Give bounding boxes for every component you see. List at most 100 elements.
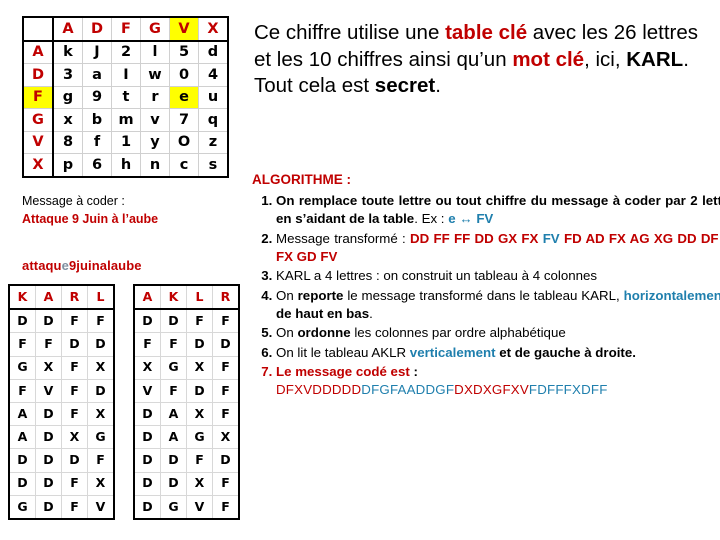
karl-cell-5-3: G	[87, 425, 115, 450]
karl-cell-2-1: X	[35, 355, 62, 380]
step5-text-1: On	[276, 325, 298, 341]
algorithm-step-1: On remplace toute lettre ou tout chiffre…	[276, 192, 720, 229]
key-col-header-1: D	[82, 16, 112, 42]
key-table-corner-cell	[22, 16, 54, 42]
transposition-tables-container: K A R L D D F F F F D D G X F X F V F D …	[8, 283, 240, 520]
algorithm-step-5: On ordonne les colonnes par ordre alphab…	[276, 324, 720, 342]
karl-cell-3-0: F	[8, 378, 36, 403]
intro-text-1: Ce chiffre utilise une	[254, 21, 446, 44]
key-cell-2-5: u	[198, 85, 229, 109]
key-cell-2-1: 9	[82, 85, 112, 109]
step5-bold-ordonne: ordonne	[297, 325, 351, 341]
aklr-cell-0-3: F	[212, 308, 240, 334]
aklr-cell-1-2: D	[186, 332, 213, 357]
table-row: D D D F	[8, 448, 115, 473]
aklr-cell-5-3: X	[212, 425, 240, 450]
karl-cell-5-0: A	[8, 425, 36, 450]
aklr-cell-4-0: D	[133, 401, 161, 427]
karl-cell-7-1: D	[35, 471, 62, 496]
key-cell-5-1: 6	[82, 153, 112, 178]
karl-cell-7-3: X	[87, 471, 115, 496]
intro-text-5: .	[435, 74, 441, 98]
karl-header-0: K	[8, 283, 36, 311]
key-cell-1-4: 0	[169, 63, 199, 87]
key-cell-3-2: m	[111, 108, 141, 132]
aklr-cell-5-2: G	[186, 425, 213, 450]
aklr-cell-5-0: D	[133, 425, 161, 450]
algorithm-step-7: Le message codé est : DFXVDDDDDDFGFAADDG…	[276, 363, 720, 400]
aklr-cell-7-0: D	[133, 471, 161, 496]
karl-header-2: R	[61, 283, 88, 311]
aklr-cell-3-0: V	[133, 378, 161, 403]
karl-cell-1-0: F	[8, 332, 36, 357]
step6-bold-verticalement: verticalement	[409, 344, 496, 360]
message-label: Message à coder :	[22, 194, 125, 208]
key-cell-1-2: I	[111, 63, 141, 87]
aklr-cell-7-3: F	[212, 471, 240, 496]
step4-bold-reporte: reporte	[297, 287, 344, 303]
karl-cell-0-0: D	[8, 308, 36, 334]
key-col-header-5: X	[198, 16, 229, 42]
table-row: A D F X	[8, 401, 115, 427]
step4-text-1: On	[276, 287, 298, 303]
key-table-row-1: D 3 a I w 0 4	[22, 63, 229, 87]
key-row-header-2: F	[22, 85, 54, 109]
key-cell-3-1: b	[82, 108, 112, 132]
coded-message-output: DFXVDDDDDDFGFAADDGFDXDXGFXVFDFFFXDFF	[276, 381, 720, 399]
left-column: A D F G V X A k J 2 l 5 d D 3 a I w 0 4 …	[0, 0, 240, 540]
karl-cell-3-3: D	[87, 378, 115, 403]
aklr-cell-4-3: F	[212, 401, 240, 427]
step6-text-2: et de gauche à droite.	[495, 344, 636, 360]
intro-text-3: , ici,	[584, 47, 627, 71]
karl-cell-6-0: D	[8, 448, 36, 473]
aklr-cell-8-2: V	[186, 494, 213, 520]
aklr-cell-6-2: F	[186, 448, 213, 473]
karl-table: K A R L D D F F F F D D G X F X F V F D …	[8, 283, 115, 520]
step2-seq-blue: FV	[542, 230, 560, 246]
cipher-key-table: A D F G V X A k J 2 l 5 d D 3 a I w 0 4 …	[22, 16, 229, 178]
table-row: D D F X	[8, 471, 115, 496]
code-segment-blue-2: FDFFFXDFF	[528, 382, 608, 398]
intro-emphasis-secret: secret	[374, 74, 436, 98]
karl-cell-0-3: F	[87, 308, 115, 334]
karl-cell-3-1: V	[35, 378, 62, 403]
table-row: G X F X	[8, 355, 115, 380]
step3-text: KARL a 4 lettres : on construit un table…	[276, 268, 598, 284]
key-cell-0-4: 5	[169, 40, 199, 64]
key-row-header-4: V	[22, 130, 54, 154]
aklr-table: A K L R D D F F F F D D X G X F V F D F …	[133, 283, 240, 520]
key-col-header-0: A	[52, 16, 83, 42]
key-cell-5-2: h	[111, 153, 141, 178]
message-plain-prefix: attaqu	[22, 258, 62, 273]
key-row-header-3: G	[22, 108, 54, 132]
karl-cell-6-1: D	[35, 448, 62, 473]
aklr-header-row: A K L R	[133, 283, 240, 311]
step7-label: Le message codé est	[276, 364, 410, 380]
karl-cell-8-3: V	[87, 494, 115, 520]
intro-emphasis-table-cle: table clé	[445, 21, 528, 44]
karl-cell-2-2: F	[61, 355, 88, 380]
table-row: G D F V	[8, 494, 115, 520]
step2-label: Message transformé :	[276, 230, 410, 246]
message-plain-highlight-letter: e	[61, 258, 69, 273]
aklr-cell-4-2: X	[186, 401, 213, 427]
karl-cell-4-0: A	[8, 401, 36, 427]
aklr-cell-1-0: F	[133, 332, 161, 357]
aklr-cell-2-0: X	[133, 355, 161, 380]
karl-header-1: A	[35, 283, 62, 311]
key-col-header-2: F	[111, 16, 141, 42]
key-cell-0-0: k	[52, 40, 83, 64]
key-table-row-5: X p 6 h n c s	[22, 153, 229, 178]
key-cell-2-3: r	[140, 85, 170, 109]
message-plain-suffix: 9juinalaube	[68, 258, 142, 273]
key-cell-3-4: 7	[169, 108, 199, 132]
table-row: D A X F	[133, 401, 240, 427]
karl-cell-6-3: F	[87, 448, 115, 473]
message-to-code-block: Message à coder : Attaque 9 Juin à l’aub…	[22, 192, 232, 228]
table-row: D A G X	[133, 425, 240, 450]
right-column: Ce chiffre utilise une table clé avec le…	[248, 0, 720, 540]
karl-cell-8-2: F	[61, 494, 88, 520]
table-row: D D F F	[133, 308, 240, 334]
algorithm-steps-list: On remplace toute lettre ou tout chiffre…	[252, 192, 720, 401]
key-cell-1-1: a	[82, 63, 112, 87]
